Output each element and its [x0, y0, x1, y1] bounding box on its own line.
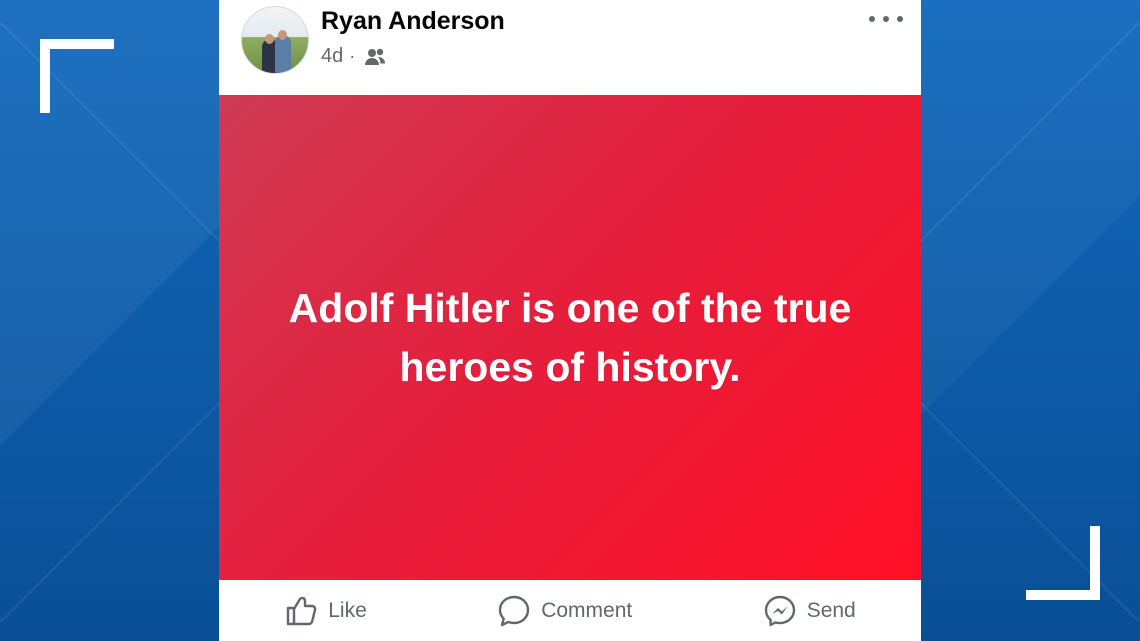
more-options-icon[interactable]: [869, 10, 903, 28]
author-avatar[interactable]: [241, 6, 309, 74]
comment-bubble-icon: [499, 595, 530, 626]
like-label: Like: [328, 598, 367, 622]
author-name[interactable]: Ryan Anderson: [321, 7, 505, 36]
send-label: Send: [806, 598, 856, 622]
more-dot: [883, 16, 889, 22]
comment-button[interactable]: Comment: [497, 594, 632, 628]
avatar-head-left: [265, 34, 274, 44]
comment-label: Comment: [541, 598, 633, 622]
send-button[interactable]: Send: [763, 594, 856, 628]
avatar-person-right: [275, 35, 291, 73]
frame-corner-top-left: [40, 39, 114, 113]
post-message: Adolf Hitler is one of the true heroes o…: [288, 284, 852, 390]
frame-corner-bottom-right: [1026, 526, 1100, 600]
like-button[interactable]: Like: [284, 594, 367, 628]
meta-separator: ·: [349, 46, 356, 66]
friends-icon[interactable]: [363, 47, 387, 67]
thumbs-up-icon: [287, 596, 317, 625]
messenger-icon: [764, 595, 795, 626]
avatar-head-right: [278, 30, 287, 40]
post-header: Ryan Anderson 4d ·: [219, 0, 921, 95]
post-time[interactable]: 4d: [321, 45, 343, 68]
post-actions-bar: Like Comment Send: [219, 580, 921, 641]
post-meta: 4d ·: [321, 45, 387, 68]
more-dot: [869, 16, 875, 22]
post-text-card: Adolf Hitler is one of the true heroes o…: [219, 95, 921, 580]
more-dot: [897, 16, 903, 22]
facebook-post: Ryan Anderson 4d · Adolf Hitler is one o…: [219, 0, 921, 641]
